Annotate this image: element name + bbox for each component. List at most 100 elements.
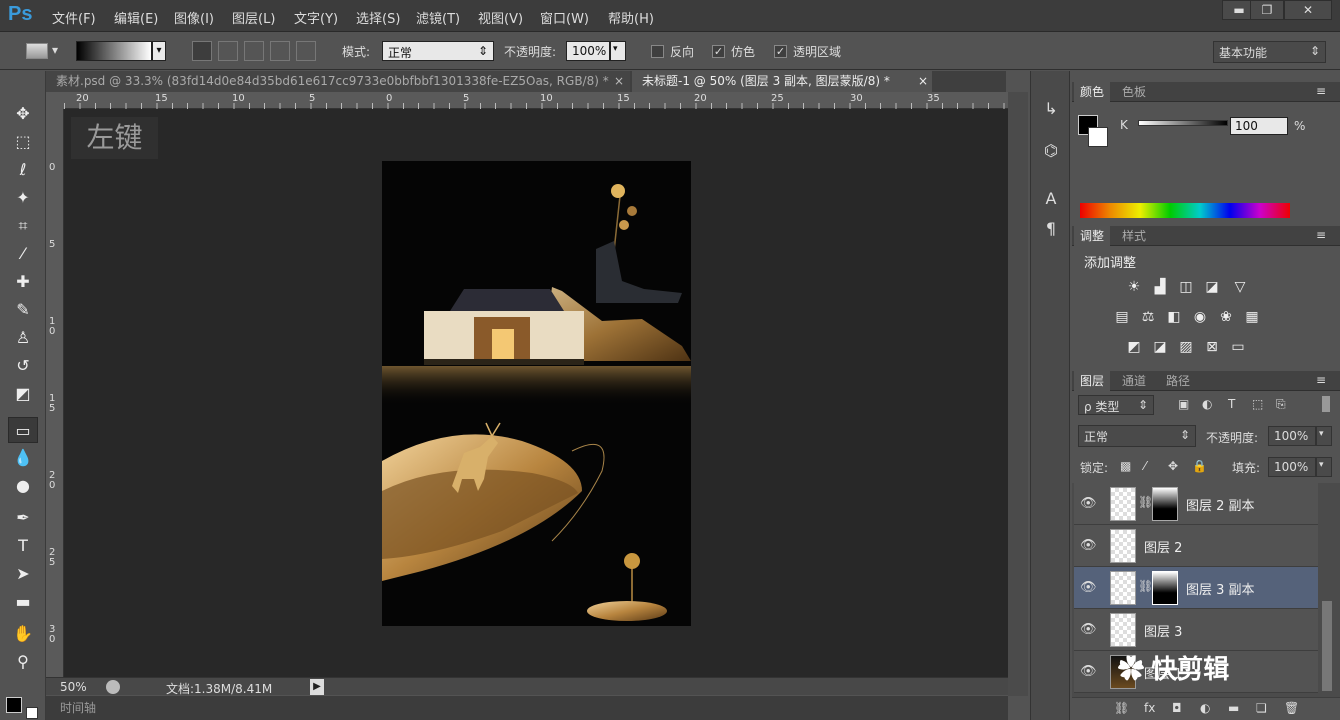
opacity-input[interactable]: 100%	[566, 41, 610, 61]
tab-color[interactable]: 颜色	[1074, 82, 1111, 102]
brush-tool-icon[interactable]: ✎	[8, 297, 38, 323]
layer-name[interactable]: 图层 3	[1144, 621, 1182, 640]
curves-icon[interactable]: ◫	[1176, 278, 1196, 296]
play-icon[interactable]: ▶	[310, 679, 324, 695]
angle-gradient-icon[interactable]	[244, 41, 264, 61]
ruler-origin[interactable]	[46, 92, 64, 109]
visibility-eye-icon[interactable]: 👁	[1080, 580, 1097, 596]
marquee-tool-icon[interactable]: ⬚	[8, 129, 38, 155]
tab-document-1[interactable]: 素材.psd @ 33.3% (83fd14d0e84d35bd61e617cc…	[46, 71, 630, 92]
workspace-select[interactable]: 基本功能 ⇕	[1213, 41, 1326, 63]
pen-tool-icon[interactable]: ✒	[8, 505, 38, 531]
vertical-scrollbar[interactable]	[1008, 92, 1028, 696]
tool-preset-icon[interactable]	[26, 43, 48, 59]
menu-filter[interactable]: 滤镜(T)	[416, 8, 460, 27]
tab-channels[interactable]: 通道	[1116, 371, 1152, 391]
hue-saturation-icon[interactable]: ▤	[1112, 308, 1132, 326]
tab-adjustments[interactable]: 调整	[1074, 226, 1111, 246]
add-mask-icon[interactable]: ◘	[1172, 701, 1182, 715]
close-icon[interactable]: ×	[918, 74, 928, 88]
exposure-icon[interactable]: ◪	[1202, 278, 1222, 296]
visibility-eye-icon[interactable]: 👁	[1080, 538, 1097, 554]
gradient-tool-icon[interactable]: ▭	[8, 417, 38, 443]
stamp-tool-icon[interactable]: ♙	[8, 325, 38, 351]
lock-transparent-icon[interactable]: ▩	[1120, 459, 1131, 473]
crop-tool-icon[interactable]: ⌗	[8, 213, 38, 239]
tab-paths[interactable]: 路径	[1160, 371, 1196, 391]
link-layers-icon[interactable]: ⛓	[1114, 701, 1129, 715]
tab-styles[interactable]: 样式	[1116, 226, 1152, 246]
visibility-eye-icon[interactable]: 👁	[1080, 496, 1097, 512]
magic-wand-tool-icon[interactable]: ✦	[8, 185, 38, 211]
photo-filter-icon[interactable]: ◉	[1190, 308, 1210, 326]
new-layer-icon[interactable]: ❏	[1256, 701, 1267, 715]
reflected-gradient-icon[interactable]	[270, 41, 290, 61]
path-selection-tool-icon[interactable]: ➤	[8, 561, 38, 587]
tool-preset-dropdown-icon[interactable]: ▾	[52, 43, 58, 57]
menu-help[interactable]: 帮助(H)	[608, 8, 654, 27]
type-filter-icon[interactable]: T	[1228, 397, 1235, 411]
layers-scrollbar[interactable]	[1322, 601, 1332, 691]
lock-position-icon[interactable]: ✥	[1168, 459, 1178, 473]
panel-menu-icon[interactable]: ≡	[1316, 84, 1326, 98]
gradient-map-icon[interactable]: ▭	[1228, 338, 1248, 356]
vertical-ruler[interactable]: 0 5 1 0 1 5 2 0 2 5 3 0	[46, 109, 64, 677]
panel-menu-icon[interactable]: ≡	[1316, 373, 1326, 387]
reverse-checkbox[interactable]	[651, 44, 664, 58]
color-lookup-icon[interactable]: ▦	[1242, 308, 1262, 326]
invert-icon[interactable]: ◩	[1124, 338, 1144, 356]
layer-opacity-input[interactable]: 100%	[1268, 426, 1316, 446]
layer-row[interactable]: 👁 图层 3	[1074, 609, 1318, 651]
menu-layer[interactable]: 图层(L)	[232, 8, 275, 27]
color-balance-icon[interactable]: ⚖	[1138, 308, 1158, 326]
group-folder-icon[interactable]: ▬	[1228, 701, 1239, 715]
close-button[interactable]: ✕	[1284, 0, 1332, 20]
dodge-tool-icon[interactable]: ●	[8, 473, 38, 499]
linear-gradient-icon[interactable]	[192, 41, 212, 61]
eraser-tool-icon[interactable]: ◩	[8, 381, 38, 407]
tab-document-2[interactable]: 未标题-1 @ 50% (图层 3 副本, 图层蒙版/8) *	[632, 71, 932, 92]
levels-icon[interactable]: ▟	[1150, 278, 1170, 296]
link-icon[interactable]: ⛓	[1138, 579, 1153, 593]
fill-input[interactable]: 100%	[1268, 457, 1316, 477]
gradient-preview[interactable]	[76, 41, 152, 61]
visibility-eye-icon[interactable]: 👁	[1080, 664, 1097, 680]
posterize-icon[interactable]: ◪	[1150, 338, 1170, 356]
smart-object-filter-icon[interactable]: ⎘	[1276, 397, 1286, 412]
menu-window[interactable]: 窗口(W)	[540, 8, 589, 27]
history-brush-tool-icon[interactable]: ↺	[8, 353, 38, 379]
background-color-swatch[interactable]	[1088, 127, 1108, 147]
menu-select[interactable]: 选择(S)	[356, 8, 400, 27]
layer-row-selected[interactable]: 👁 ⛓ 图层 3 副本	[1074, 567, 1318, 609]
black-white-icon[interactable]: ◧	[1164, 308, 1184, 326]
vibrance-icon[interactable]: ▽	[1230, 278, 1250, 296]
character-icon[interactable]: A	[1039, 187, 1063, 211]
tab-layers[interactable]: 图层	[1074, 371, 1111, 391]
restore-button[interactable]: ❐	[1250, 0, 1284, 20]
properties-icon[interactable]: ⌬	[1039, 139, 1063, 163]
document-canvas[interactable]	[382, 161, 691, 626]
panel-menu-icon[interactable]: ≡	[1316, 228, 1326, 242]
layer-name[interactable]: 图层 2	[1144, 537, 1182, 556]
menu-edit[interactable]: 编辑(E)	[114, 8, 158, 27]
rectangle-tool-icon[interactable]: ▬	[8, 589, 38, 615]
layer-name[interactable]: 图层 3 副本	[1186, 579, 1255, 598]
adjustment-layer-icon[interactable]: ◐	[1200, 701, 1210, 715]
foreground-color-swatch[interactable]	[6, 697, 22, 713]
close-icon[interactable]: ×	[614, 74, 624, 88]
brightness-icon[interactable]: ☀	[1124, 278, 1144, 296]
status-info-icon[interactable]	[106, 680, 120, 694]
pixel-filter-icon[interactable]: ▣	[1178, 397, 1189, 411]
healing-tool-icon[interactable]: ✚	[8, 269, 38, 295]
shape-filter-icon[interactable]: ⬚	[1252, 397, 1263, 411]
eyedropper-tool-icon[interactable]: ⁄	[8, 241, 38, 267]
zoom-tool-icon[interactable]: ⚲	[8, 649, 38, 675]
horizontal-ruler[interactable]: 20 15 10 5 0 5 10 15 20 25 30 35	[64, 92, 1008, 109]
selective-color-icon[interactable]: ⊠	[1202, 338, 1222, 356]
k-value-input[interactable]: 100	[1230, 117, 1288, 135]
adjustment-filter-icon[interactable]: ◐	[1202, 397, 1212, 411]
menu-view[interactable]: 视图(V)	[478, 8, 523, 27]
layer-name[interactable]: 图层 2 副本	[1186, 495, 1255, 514]
k-slider[interactable]	[1138, 120, 1228, 126]
tab-swatches[interactable]: 色板	[1116, 82, 1152, 102]
